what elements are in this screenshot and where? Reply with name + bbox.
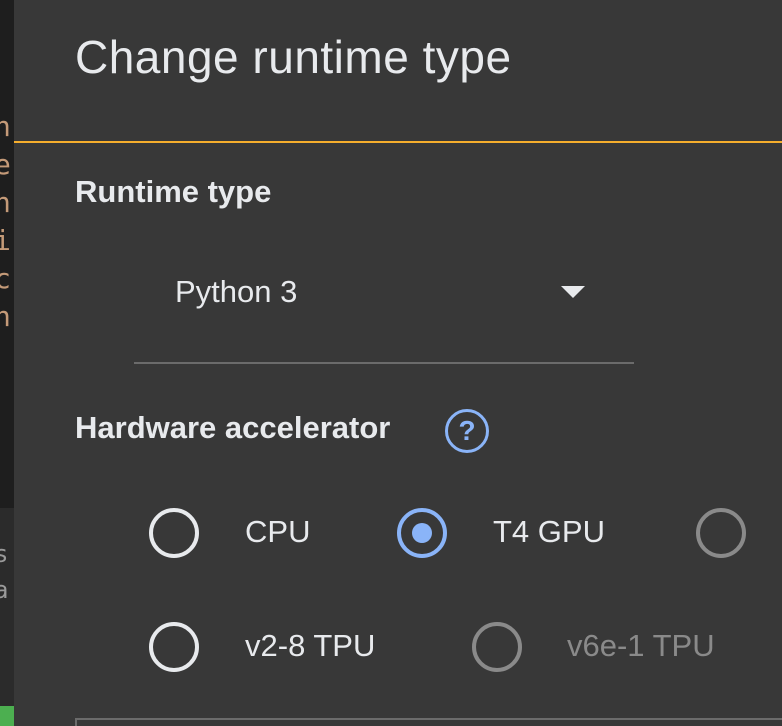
background-editor-block <box>0 388 14 508</box>
runtime-type-label: Runtime type <box>75 174 272 209</box>
runtime-type-selected-value: Python 3 <box>175 274 298 309</box>
radio-button-cpu[interactable] <box>149 508 199 558</box>
background-code-char: e <box>0 148 11 181</box>
background-output-char: a <box>0 576 9 604</box>
background-code-char: n <box>0 186 11 219</box>
runtime-type-select[interactable]: Python 3 <box>134 262 634 364</box>
background-code-char: c <box>0 262 11 295</box>
radio-button-t4-gpu[interactable] <box>397 508 447 558</box>
background-output-char: s <box>0 540 9 568</box>
title-divider <box>14 141 782 143</box>
background-code-char: n <box>0 110 11 143</box>
radio-button-v6e-1-tpu <box>472 622 522 672</box>
radio-label-t4-gpu: T4 GPU <box>493 514 605 549</box>
background-code-char: i <box>0 224 11 257</box>
radio-button-offscreen <box>696 508 746 558</box>
radio-button-v2-8-tpu[interactable] <box>149 622 199 672</box>
dropdown-arrow-icon <box>561 286 585 298</box>
hardware-accelerator-label: Hardware accelerator <box>75 410 391 445</box>
dialog-title: Change runtime type <box>75 31 512 83</box>
radio-label-v2-8-tpu: v2-8 TPU <box>245 628 376 663</box>
radio-label-cpu: CPU <box>245 514 311 549</box>
background-code-char: n <box>0 300 11 333</box>
change-runtime-dialog: Change runtime type Runtime type Python … <box>14 0 782 726</box>
background-code-lines: n e n i c n <box>0 108 11 336</box>
screen: n e n i c n s a Change runtime type Runt… <box>0 0 782 726</box>
radio-selected-dot <box>412 523 432 543</box>
background-output-text: s a <box>0 536 8 608</box>
help-icon[interactable]: ? <box>445 409 489 453</box>
radio-label-v6e-1-tpu: v6e-1 TPU <box>567 628 715 663</box>
background-status-strip <box>0 706 14 726</box>
next-section-edge <box>75 718 782 726</box>
